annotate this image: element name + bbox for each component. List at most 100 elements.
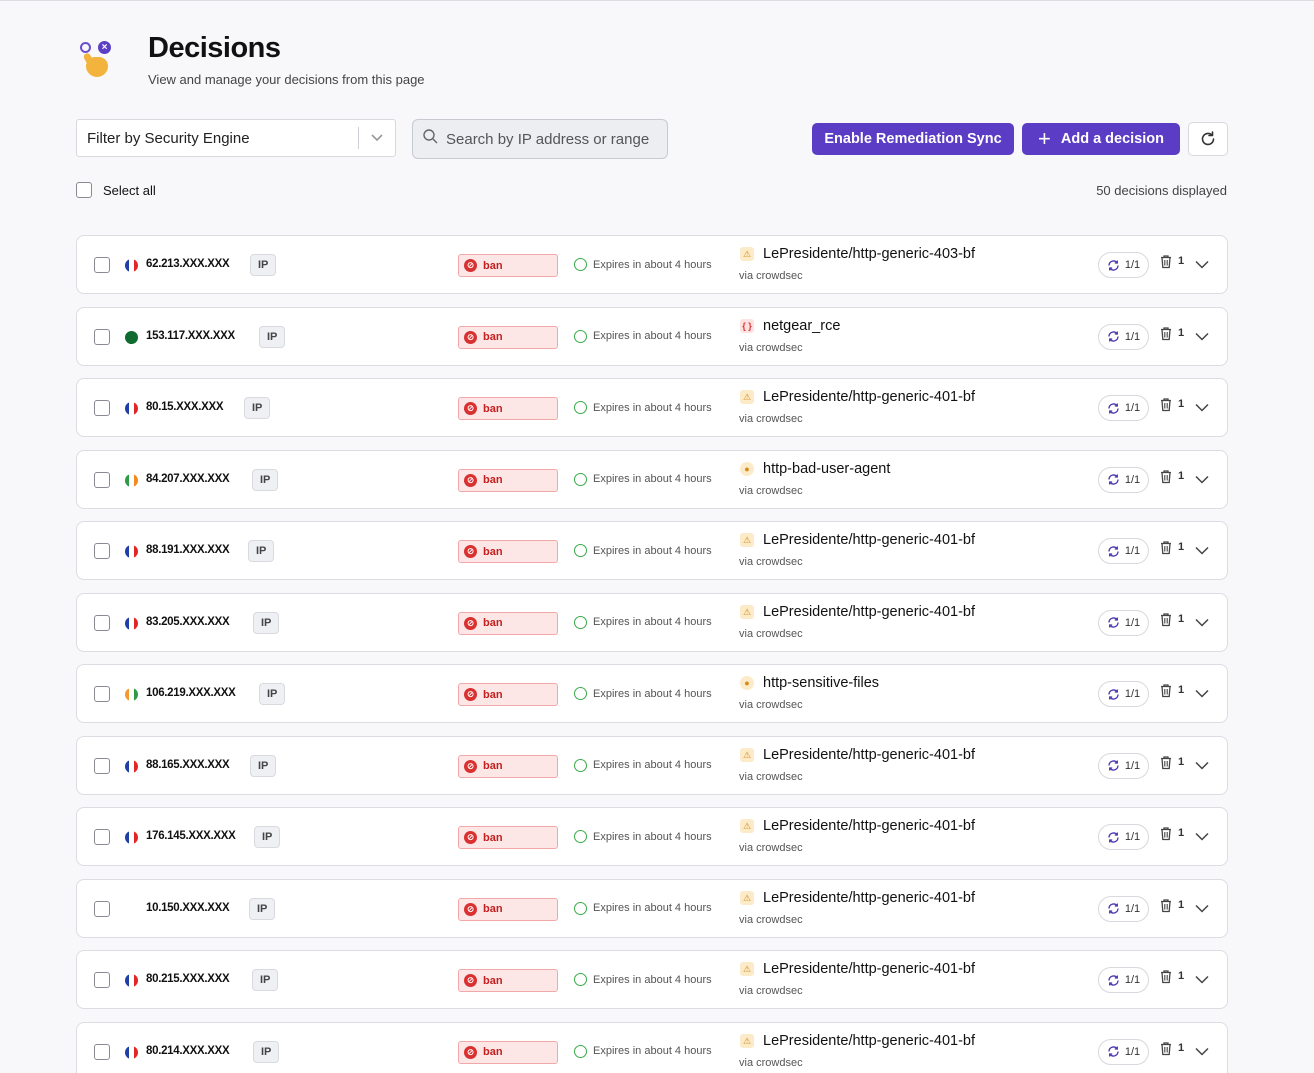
trash-icon[interactable] <box>1159 254 1173 274</box>
sync-status[interactable]: 1/1 <box>1098 752 1149 779</box>
trash-icon[interactable] <box>1159 1041 1173 1061</box>
trash-icon[interactable] <box>1159 826 1173 846</box>
select-all[interactable]: Select all <box>76 182 156 198</box>
expiration-label: Expires in about 4 hours <box>593 473 712 485</box>
chevron-down-icon[interactable] <box>1195 328 1209 346</box>
chevron-down-icon[interactable] <box>1195 1043 1209 1061</box>
decision-row[interactable]: 10.150.XXX.XXX IP ⊘ ban Expires in about… <box>76 878 1228 938</box>
trash-icon[interactable] <box>1159 469 1173 489</box>
row-checkbox[interactable] <box>94 1043 110 1060</box>
ip-address: 62.213.XXX.XXX <box>146 258 230 270</box>
chevron-down-icon[interactable] <box>1195 399 1209 417</box>
security-engine-filter[interactable]: Filter by Security Engine <box>76 119 396 157</box>
sync-status[interactable]: 1/1 <box>1098 609 1149 636</box>
row-checkbox[interactable] <box>94 543 110 559</box>
expiration: Expires in about 4 hours <box>574 544 712 557</box>
decision-row[interactable]: 176.145.XXX.XXX IP ⊘ ban Expires in abou… <box>76 807 1228 866</box>
row-checkbox[interactable] <box>94 900 110 917</box>
country-flag-icon <box>125 545 138 558</box>
decision-row[interactable]: 153.117.XXX.XXX IP ⊘ ban Expires in abou… <box>76 306 1228 366</box>
country-flag-icon <box>125 974 138 987</box>
decision-row[interactable]: 80.214.XXX.XXX IP ⊘ ban Expires in about… <box>76 1021 1228 1073</box>
chevron-down-icon[interactable] <box>1195 757 1209 775</box>
enable-remediation-sync-button[interactable]: Enable Remediation Sync <box>812 123 1014 155</box>
trash-icon[interactable] <box>1159 326 1173 346</box>
search-box[interactable] <box>412 119 668 159</box>
page-title: Decisions <box>148 32 281 64</box>
row-checkbox[interactable] <box>94 972 110 988</box>
decision-row[interactable]: 80.215.XXX.XXX IP ⊘ ban Expires in about… <box>76 950 1228 1009</box>
trash-icon[interactable] <box>1159 612 1173 632</box>
chevron-down-icon[interactable] <box>1195 471 1209 489</box>
trash-icon[interactable] <box>1159 969 1173 989</box>
row-checkbox[interactable] <box>94 757 110 774</box>
expiration: Expires in about 4 hours <box>574 687 712 700</box>
sync-status[interactable]: 1/1 <box>1098 323 1149 350</box>
delete-count: 1 <box>1178 970 1185 982</box>
clock-icon <box>574 472 587 486</box>
select-all-checkbox[interactable] <box>76 182 92 198</box>
row-checkbox[interactable] <box>94 257 110 273</box>
chevron-down-icon[interactable] <box>1195 256 1209 274</box>
chevron-down-icon[interactable] <box>359 134 395 142</box>
clock-icon <box>574 758 587 772</box>
decision-row[interactable]: 88.165.XXX.XXX IP ⊘ ban Expires in about… <box>76 735 1228 795</box>
chevron-down-icon[interactable] <box>1195 542 1209 560</box>
decision-row[interactable]: 62.213.XXX.XXX IP ⊘ ban Expires in about… <box>76 235 1228 294</box>
decision-row[interactable]: 106.219.XXX.XXX IP ⊘ ban Expires in abou… <box>76 664 1228 723</box>
sync-status[interactable]: 1/1 <box>1098 538 1149 564</box>
chevron-down-icon[interactable] <box>1195 900 1209 918</box>
scenario-name: LePresidente/http-generic-401-bf <box>763 1032 975 1049</box>
decision-row[interactable]: 83.205.XXX.XXX IP ⊘ ban Expires in about… <box>76 592 1228 652</box>
brute-force-icon: ⚠ <box>740 1033 754 1048</box>
sync-status[interactable]: 1/1 <box>1098 967 1149 993</box>
chevron-down-icon[interactable] <box>1195 971 1209 989</box>
search-input[interactable] <box>446 130 666 148</box>
expiration-label: Expires in about 4 hours <box>593 687 712 700</box>
country-flag-icon <box>125 831 138 844</box>
scope-tag: IP <box>249 897 276 920</box>
decision-row[interactable]: 88.191.XXX.XXX IP ⊘ ban Expires in about… <box>76 521 1228 580</box>
row-checkbox[interactable] <box>94 400 110 416</box>
row-checkbox[interactable] <box>94 471 110 488</box>
ban-icon: ⊘ <box>464 330 477 344</box>
trash-icon[interactable] <box>1159 540 1173 560</box>
row-checkbox[interactable] <box>94 328 110 345</box>
trash-icon[interactable] <box>1159 755 1173 775</box>
expiration-label: Expires in about 4 hours <box>593 330 712 342</box>
sync-status[interactable]: 1/1 <box>1098 466 1149 493</box>
row-checkbox[interactable] <box>94 686 110 702</box>
expiration-label: Expires in about 4 hours <box>593 759 712 771</box>
chevron-down-icon[interactable] <box>1195 685 1209 703</box>
sync-status[interactable]: 1/1 <box>1098 1038 1149 1065</box>
sync-status[interactable]: 1/1 <box>1098 252 1149 278</box>
chevron-down-icon[interactable] <box>1195 828 1209 846</box>
scope-tag: IP <box>244 397 271 419</box>
sync-status[interactable]: 1/1 <box>1098 895 1149 922</box>
action-badge: ⊘ ban <box>458 897 558 921</box>
trash-icon[interactable] <box>1159 683 1173 703</box>
trash-icon[interactable] <box>1159 397 1173 417</box>
add-decision-button[interactable]: + Add a decision <box>1022 123 1180 155</box>
sync-icon <box>1108 903 1119 914</box>
sync-icon <box>1108 331 1119 342</box>
row-checkbox[interactable] <box>94 829 110 845</box>
brute-force-icon: ⚠ <box>740 390 754 404</box>
trash-icon[interactable] <box>1159 898 1173 918</box>
code-icon: { } <box>740 318 754 333</box>
chevron-down-icon[interactable] <box>1195 614 1209 632</box>
sync-status[interactable]: 1/1 <box>1098 824 1149 850</box>
sync-icon <box>1108 545 1119 557</box>
source-label: via crowdsec <box>739 985 803 997</box>
sync-status[interactable]: 1/1 <box>1098 395 1149 421</box>
sync-status[interactable]: 1/1 <box>1098 681 1149 707</box>
decision-row[interactable]: 80.15.XXX.XXX IP ⊘ ban Expires in about … <box>76 378 1228 437</box>
search-icon <box>423 129 438 149</box>
delete-count: 1 <box>1178 255 1185 267</box>
action-badge: ⊘ ban <box>458 969 558 992</box>
row-checkbox[interactable] <box>94 614 110 631</box>
ban-icon: ⊘ <box>464 759 477 773</box>
source-label: via crowdsec <box>739 770 803 783</box>
decision-row[interactable]: 84.207.XXX.XXX IP ⊘ ban Expires in about… <box>76 449 1228 509</box>
refresh-button[interactable] <box>1188 122 1228 156</box>
